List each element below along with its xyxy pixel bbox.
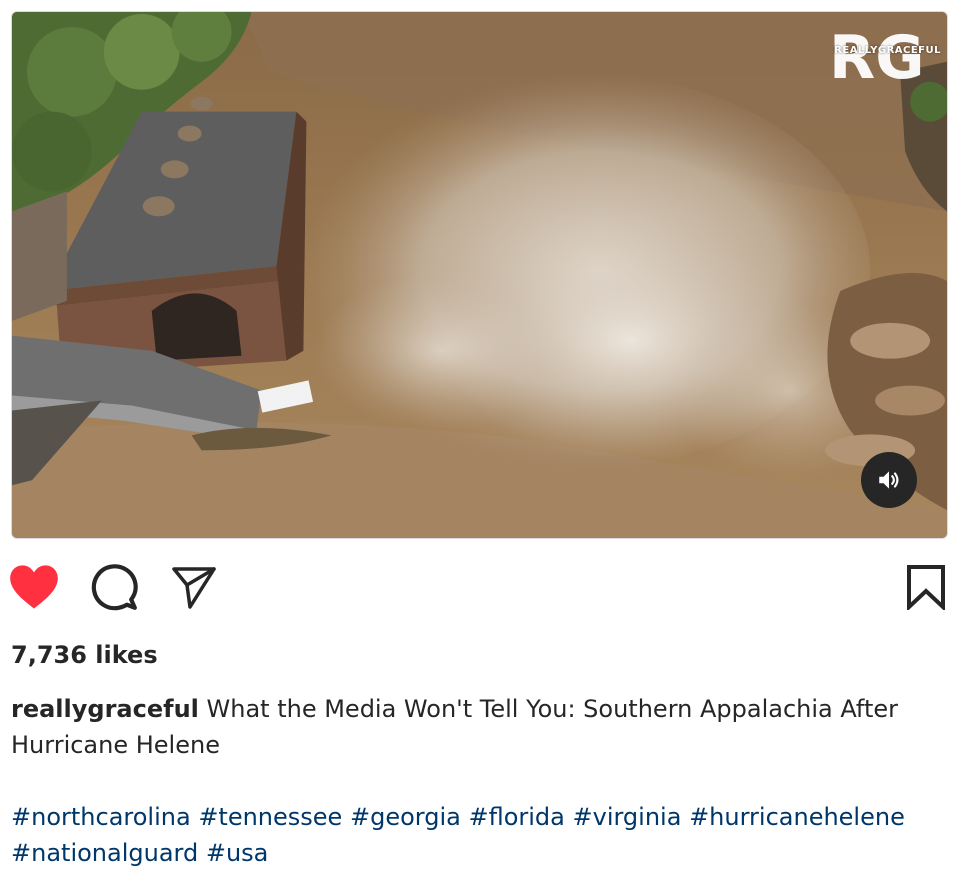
hashtag-link[interactable]: #northcarolina <box>11 803 191 831</box>
like-count[interactable]: 7,736 likes <box>11 641 158 669</box>
post-media-video[interactable]: RG REALLYGRACEFUL <box>11 11 948 539</box>
hashtag-link[interactable]: #virginia <box>573 803 682 831</box>
save-button[interactable] <box>899 560 953 614</box>
share-button[interactable] <box>167 560 221 614</box>
hashtag-list: #northcarolina #tennessee #georgia #flor… <box>11 799 941 871</box>
flood-scene-image <box>12 12 947 538</box>
hashtag-link[interactable]: #florida <box>468 803 564 831</box>
audio-toggle-button[interactable] <box>861 452 917 508</box>
hashtag-link[interactable]: #usa <box>206 839 269 867</box>
bookmark-icon <box>907 565 945 610</box>
comment-bubble-icon <box>91 564 138 611</box>
hashtag-link[interactable]: #nationalguard <box>11 839 198 867</box>
hashtag-link[interactable]: #hurricanehelene <box>689 803 905 831</box>
hashtag-link[interactable]: #georgia <box>350 803 461 831</box>
watermark-text: REALLYGRACEFUL <box>834 45 941 56</box>
hashtag-link[interactable]: #tennessee <box>198 803 342 831</box>
paper-plane-icon <box>172 567 216 609</box>
speaker-icon <box>879 471 899 489</box>
comment-button[interactable] <box>87 560 141 614</box>
heart-icon <box>10 565 58 609</box>
caption-username[interactable]: reallygraceful <box>11 695 199 723</box>
post-caption: reallygraceful What the Media Won't Tell… <box>11 691 941 763</box>
like-button[interactable] <box>7 560 61 614</box>
post-action-bar <box>0 560 960 620</box>
